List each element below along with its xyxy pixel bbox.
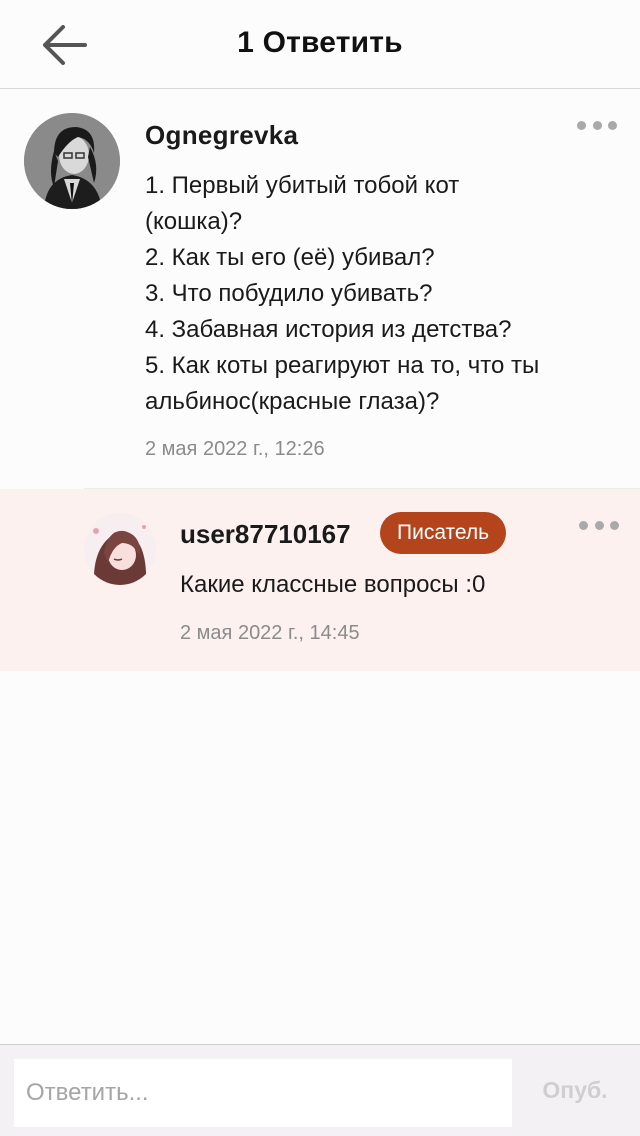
- reply-comment: user87710167 Писатель Какие классные воп…: [0, 489, 640, 671]
- more-dots-icon[interactable]: [577, 513, 621, 537]
- top-bar: 1 Ответить: [0, 0, 640, 89]
- comment-line: 5. Как коты реагируют на то, что ты: [145, 352, 540, 379]
- publish-button[interactable]: Опуб.: [530, 1077, 620, 1104]
- avatar[interactable]: [84, 513, 156, 585]
- comment-line: 2. Как ты его (её) убивал?: [145, 244, 435, 271]
- page-title: 1 Ответить: [237, 26, 403, 59]
- comment-text: 1. Первый убитый тобой кот (кошка)? 2. К…: [145, 168, 625, 420]
- reply-bar: Опуб.: [0, 1044, 640, 1136]
- writer-badge: Писатель: [380, 512, 507, 554]
- comment-author[interactable]: Ognegrevka: [145, 120, 298, 151]
- comment-line: 1. Первый убитый тобой кот: [145, 172, 460, 199]
- user-avatar-image: [84, 513, 156, 585]
- reply-timestamp: 2 мая 2022 г., 14:45: [180, 622, 360, 644]
- comment-line: 4. Забавная история из детства?: [145, 316, 512, 343]
- reply-input[interactable]: [14, 1059, 512, 1127]
- reply-text: Какие классные вопросы :0: [180, 571, 486, 598]
- comment-line: 3. Что побудило убивать?: [145, 280, 433, 307]
- comment-line: (кошка)?: [145, 208, 243, 235]
- parent-comment: Ognegrevka 1. Первый убитый тобой кот (к…: [0, 90, 640, 488]
- more-dots-icon[interactable]: [575, 113, 619, 137]
- comment-timestamp: 2 мая 2022 г., 12:26: [145, 438, 325, 460]
- avatar[interactable]: [24, 113, 120, 209]
- comment-line: альбинос(красные глаза)?: [145, 388, 440, 415]
- user-avatar-image: [24, 113, 120, 209]
- reply-author[interactable]: user87710167: [180, 519, 351, 550]
